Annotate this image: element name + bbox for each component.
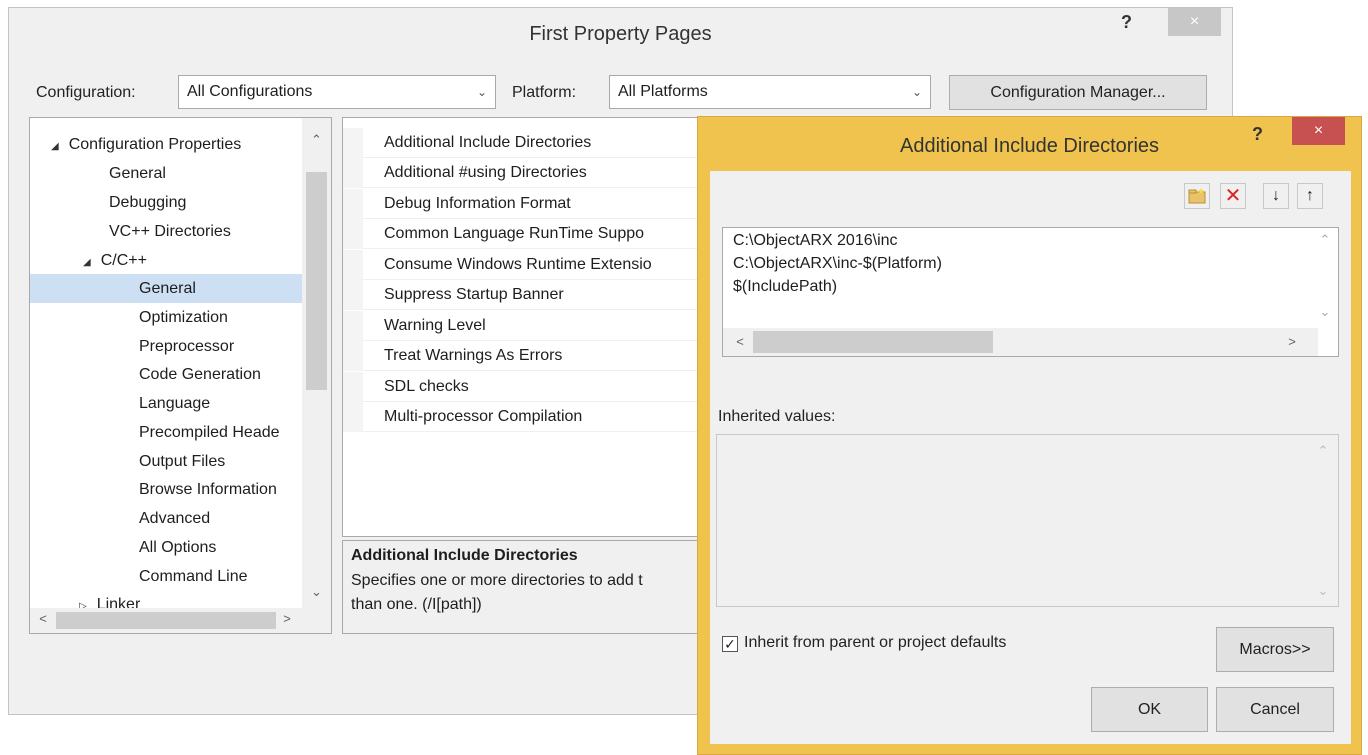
scroll-left-icon[interactable]: < — [36, 611, 50, 626]
arrow-down-icon[interactable]: ↓ — [1263, 183, 1289, 209]
tree-hscroll-thumb[interactable] — [56, 612, 276, 629]
expanded-triangle-icon[interactable]: ◢ — [51, 132, 59, 161]
property-row[interactable]: SDL checks — [343, 372, 721, 402]
category-tree[interactable]: ◢ Configuration Properties General Debugg… — [29, 117, 332, 634]
ok-button[interactable]: OK — [1091, 687, 1208, 732]
scroll-up-icon[interactable]: ⌃ — [1313, 443, 1333, 459]
tree-item-all-options[interactable]: All Options — [139, 533, 216, 562]
scroll-right-icon[interactable]: > — [280, 611, 294, 626]
edit-hscroll-thumb[interactable] — [753, 331, 993, 353]
tree-item-optimization[interactable]: Optimization — [139, 303, 228, 332]
configuration-value: All Configurations — [187, 83, 313, 100]
directory-entry[interactable]: C:\ObjectARX 2016\inc — [723, 229, 1338, 252]
chevron-down-icon: ⌄ — [476, 85, 487, 99]
macros-button[interactable]: Macros>> — [1216, 627, 1334, 672]
tree-item-output-files[interactable]: Output Files — [139, 447, 225, 476]
tree-item-debugging[interactable]: Debugging — [109, 188, 186, 217]
directory-entry[interactable]: $(IncludePath) — [723, 275, 1338, 298]
tree-item-cpp[interactable]: ◢ C/C++ — [83, 246, 147, 275]
property-row[interactable]: Multi-processor Compilation — [343, 402, 721, 432]
tree-item-language[interactable]: Language — [139, 389, 210, 418]
scroll-down-icon[interactable]: ⌄ — [302, 584, 331, 600]
tree-item-vc-directories[interactable]: VC++ Directories — [109, 217, 231, 246]
cancel-button[interactable]: Cancel — [1216, 687, 1334, 732]
property-row[interactable]: Additional #using Directories — [343, 158, 721, 188]
folder-new-icon[interactable] — [1184, 183, 1210, 209]
inherit-checkbox-label[interactable]: Inherit from parent or project defaults — [744, 634, 1006, 652]
configuration-manager-button[interactable]: Configuration Manager... — [949, 75, 1207, 110]
tree-item-linker[interactable]: ▷ Linker — [79, 590, 140, 608]
tree-item-cpp-general[interactable]: General — [30, 274, 302, 303]
tree-item-browse-information[interactable]: Browse Information — [139, 475, 277, 504]
dialog-close-button[interactable]: × — [1292, 117, 1345, 145]
tree-item-precompiled-headers[interactable]: Precompiled Heade — [139, 418, 280, 447]
help-icon[interactable]: ? — [1121, 12, 1132, 33]
inherited-values-label: Inherited values: — [718, 408, 836, 425]
collapsed-triangle-icon[interactable]: ▷ — [79, 592, 87, 608]
configuration-dropdown[interactable]: All Configurations ⌄ — [178, 75, 496, 109]
scroll-down-icon[interactable]: ⌄ — [1315, 304, 1335, 320]
scroll-left-icon[interactable]: < — [733, 334, 747, 349]
tree-scroll-thumb[interactable] — [306, 172, 327, 390]
directories-edit-box[interactable]: C:\ObjectARX 2016\inc C:\ObjectARX\inc-$… — [722, 227, 1339, 357]
directory-entry[interactable]: C:\ObjectARX\inc-$(Platform) — [723, 252, 1338, 275]
tree-item-configuration-properties[interactable]: ◢ Configuration Properties — [51, 130, 241, 159]
tree-item-advanced[interactable]: Advanced — [139, 504, 210, 533]
property-description-panel: Additional Include Directories Specifies… — [342, 540, 722, 634]
tree-item-code-generation[interactable]: Code Generation — [139, 360, 261, 389]
arrow-up-icon[interactable]: ↑ — [1297, 183, 1323, 209]
close-button[interactable]: × — [1168, 8, 1221, 36]
property-row[interactable]: Warning Level — [343, 311, 721, 341]
platform-dropdown[interactable]: All Platforms ⌄ — [609, 75, 931, 109]
scroll-right-icon[interactable]: > — [1285, 334, 1299, 349]
description-text: Specifies one or more directories to add… — [351, 572, 643, 613]
configuration-label: Configuration: — [36, 84, 136, 101]
inherited-values-box[interactable]: ⌃ ⌄ — [716, 434, 1339, 607]
chevron-down-icon: ⌄ — [911, 85, 922, 99]
property-row[interactable]: Consume Windows Runtime Extensio — [343, 250, 721, 280]
property-row[interactable]: Suppress Startup Banner — [343, 280, 721, 310]
expanded-triangle-icon[interactable]: ◢ — [83, 248, 91, 277]
scroll-down-icon[interactable]: ⌄ — [1313, 583, 1333, 599]
tree-item-preprocessor[interactable]: Preprocessor — [139, 332, 234, 361]
window-title: First Property Pages — [529, 23, 712, 45]
help-icon[interactable]: ? — [1252, 124, 1263, 145]
property-grid[interactable]: Additional Include Directories Additiona… — [342, 117, 722, 537]
property-row[interactable]: Additional Include Directories — [343, 128, 721, 158]
tree-item-command-line[interactable]: Command Line — [139, 562, 248, 591]
property-row[interactable]: Common Language RunTime Suppo — [343, 219, 721, 249]
description-title: Additional Include Directories — [351, 547, 578, 564]
delete-icon[interactable]: ✕ — [1220, 183, 1246, 209]
property-row[interactable]: Treat Warnings As Errors — [343, 341, 721, 371]
tree-item-general[interactable]: General — [109, 159, 166, 188]
platform-label: Platform: — [512, 84, 577, 101]
scroll-up-icon[interactable]: ⌃ — [1315, 232, 1335, 248]
property-row[interactable]: Debug Information Format — [343, 189, 721, 219]
inherit-checkbox[interactable]: ✓ — [722, 636, 738, 652]
platform-value: All Platforms — [618, 83, 708, 100]
scroll-up-icon[interactable]: ⌃ — [302, 132, 331, 148]
